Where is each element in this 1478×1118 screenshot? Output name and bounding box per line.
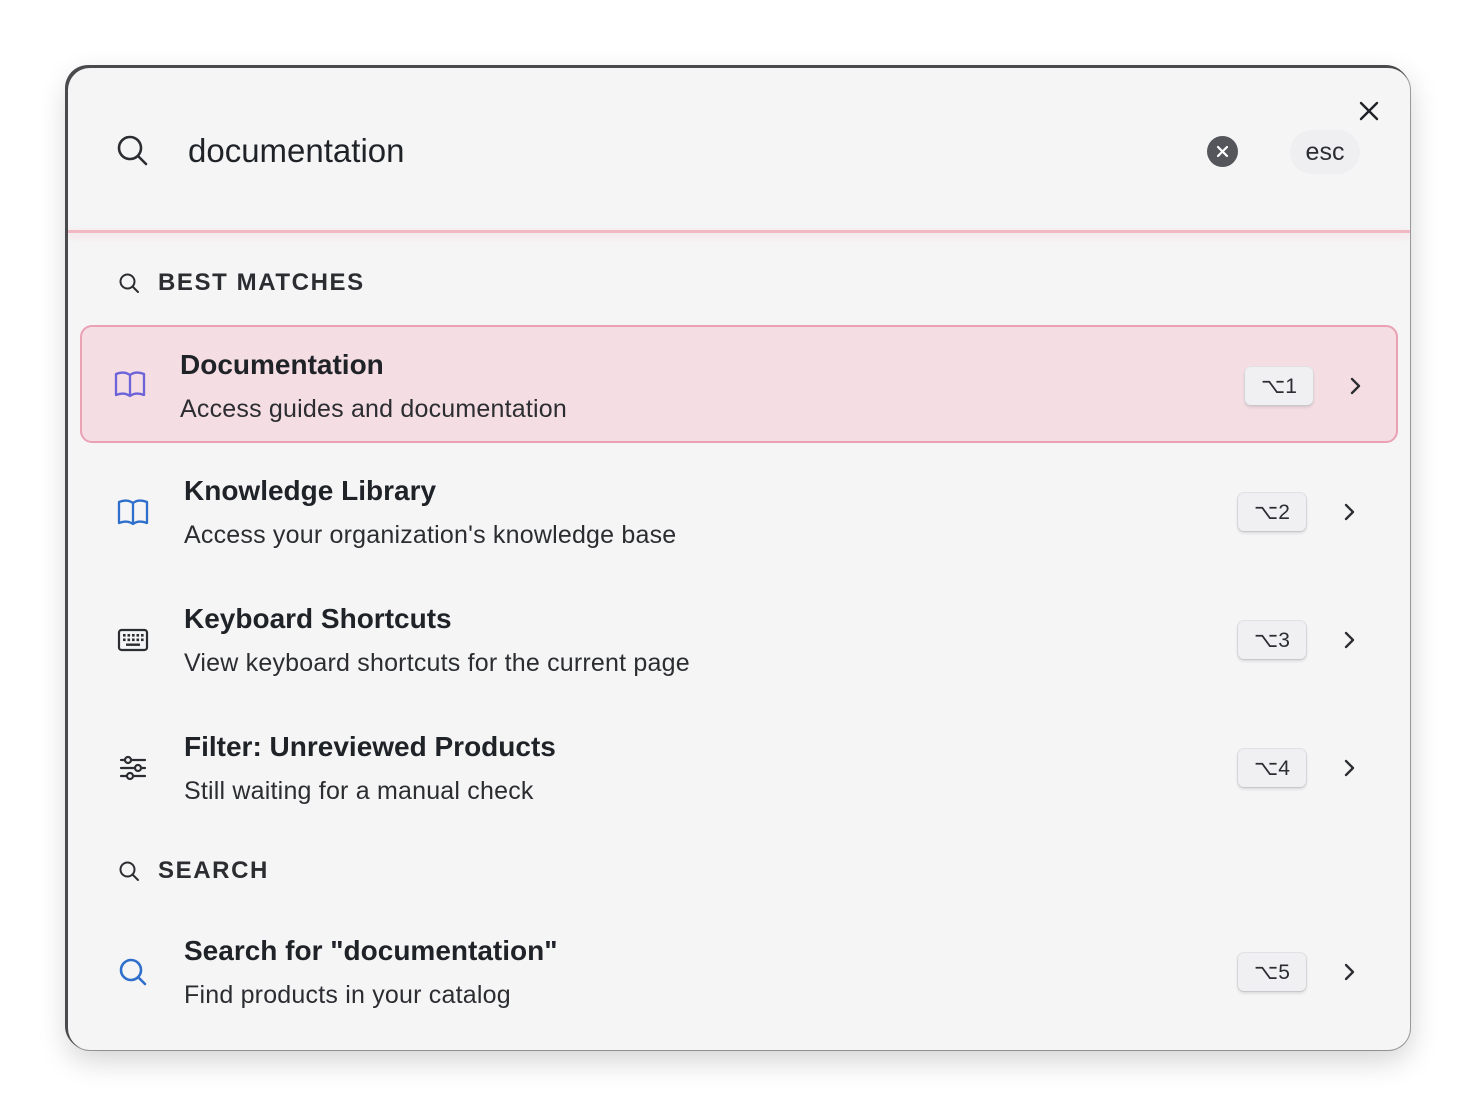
clear-search-button[interactable] — [1207, 136, 1238, 167]
shortcut-badge: ⌥5 — [1238, 953, 1306, 991]
item-title: Documentation — [180, 349, 384, 380]
shortcut-badge: ⌥1 — [1245, 367, 1313, 405]
result-item-filter-unreviewed[interactable]: Filter: Unreviewed Products Still waitin… — [80, 709, 1398, 827]
item-title: Knowledge Library — [184, 475, 437, 506]
result-item-knowledge-library[interactable]: Knowledge Library Access your organizati… — [80, 453, 1398, 571]
search-divider — [68, 230, 1410, 233]
clear-icon — [1216, 145, 1229, 158]
book-open-icon — [114, 371, 146, 398]
search-input[interactable] — [188, 124, 1188, 178]
shortcut-badge: ⌥2 — [1238, 493, 1306, 531]
item-subtitle: Still waiting for a manual check — [184, 777, 534, 805]
esc-button[interactable]: esc — [1290, 130, 1360, 174]
chevron-right-icon — [1344, 759, 1355, 777]
chevron-right-icon — [1350, 377, 1361, 395]
item-subtitle: Access your organization's knowledge bas… — [184, 521, 677, 549]
command-palette-dialog: esc BEST MATCHES Documentation Access gu… — [68, 68, 1410, 1050]
sliders-icon — [119, 755, 147, 781]
chevron-right-icon — [1344, 503, 1355, 521]
section-label: BEST MATCHES — [158, 269, 365, 296]
shortcut-badge: ⌥4 — [1238, 749, 1306, 787]
section-header-best-matches: BEST MATCHES — [118, 268, 365, 298]
book-open-icon — [117, 499, 149, 526]
result-item-keyboard-shortcuts[interactable]: Keyboard Shortcuts View keyboard shortcu… — [80, 581, 1398, 699]
search-icon — [117, 135, 148, 166]
item-title: Keyboard Shortcuts — [184, 603, 452, 634]
search-icon — [119, 861, 139, 881]
chevron-right-icon — [1344, 963, 1355, 981]
result-item-search-documentation[interactable]: Search for "documentation" Find products… — [80, 913, 1398, 1031]
search-icon — [119, 958, 147, 986]
chevron-right-icon — [1344, 631, 1355, 649]
search-icon — [119, 273, 139, 293]
item-subtitle: View keyboard shortcuts for the current … — [184, 649, 690, 677]
item-subtitle: Access guides and documentation — [180, 395, 567, 423]
search-bar: esc — [68, 68, 1410, 232]
item-title: Search for "documentation" — [184, 935, 558, 966]
section-header-search: SEARCH — [118, 856, 269, 886]
item-title: Filter: Unreviewed Products — [184, 731, 556, 762]
item-subtitle: Find products in your catalog — [184, 981, 511, 1009]
result-item-documentation[interactable]: Documentation Access guides and document… — [80, 325, 1398, 443]
shortcut-badge: ⌥3 — [1238, 621, 1306, 659]
keyboard-icon — [117, 628, 149, 652]
section-label: SEARCH — [158, 857, 269, 884]
